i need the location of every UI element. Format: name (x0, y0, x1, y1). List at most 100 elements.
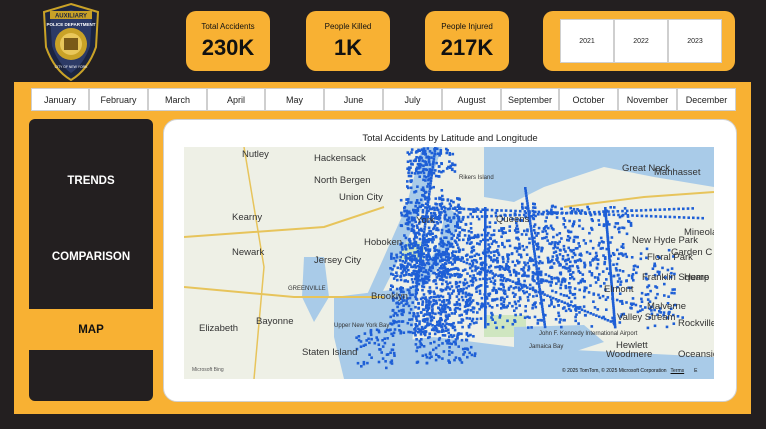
month-button-october[interactable]: October (559, 88, 618, 111)
accident-point (487, 243, 490, 246)
accident-point (493, 254, 496, 257)
accident-point (517, 288, 521, 292)
accident-point (557, 261, 560, 264)
accident-point (410, 171, 414, 175)
accident-point (433, 340, 436, 344)
accident-point (579, 259, 583, 263)
month-button-may[interactable]: May (265, 88, 324, 111)
staten-island (279, 337, 344, 379)
month-button-september[interactable]: September (501, 88, 559, 111)
accident-point (463, 350, 466, 354)
month-button-december[interactable]: December (677, 88, 736, 111)
accident-point (442, 169, 445, 173)
accident-point (596, 262, 600, 266)
accident-point (523, 210, 527, 213)
year-button-2022[interactable]: 2022 (614, 19, 668, 63)
accident-point (501, 243, 504, 246)
nav-map-button[interactable]: MAP (29, 309, 153, 350)
accident-point (538, 285, 541, 288)
accident-point (528, 283, 532, 287)
accident-point (560, 212, 563, 215)
accident-point (543, 227, 546, 230)
accident-point (664, 215, 667, 219)
accident-point (432, 227, 435, 231)
year-button-2021[interactable]: 2021 (560, 19, 614, 63)
accident-point (525, 197, 528, 200)
accident-point (581, 273, 585, 276)
accident-point (589, 284, 592, 287)
accident-point (567, 246, 570, 250)
accident-point (412, 237, 416, 241)
accident-point (673, 215, 676, 219)
accident-point (450, 245, 453, 248)
accident-point (621, 226, 624, 229)
accident-point (395, 253, 398, 257)
accident-point (456, 306, 459, 310)
month-button-june[interactable]: June (324, 88, 383, 111)
accident-point (490, 208, 494, 212)
accident-point (523, 316, 527, 319)
nav-trends-button[interactable]: TRENDS (29, 119, 153, 243)
accident-point (416, 279, 419, 282)
place-label: Jamaica Bay (529, 344, 563, 350)
accident-point (359, 340, 363, 343)
accident-point (610, 236, 614, 239)
accident-point (414, 305, 417, 309)
place-label: Nutley (242, 149, 269, 160)
accident-point (458, 280, 462, 284)
accident-point (513, 264, 517, 267)
month-button-november[interactable]: November (618, 88, 677, 111)
accident-point (399, 198, 403, 202)
accident-point (542, 315, 545, 319)
accident-point (532, 213, 535, 216)
accident-point (409, 179, 412, 183)
accident-point (517, 272, 521, 275)
accident-point (497, 229, 501, 232)
accident-point (534, 260, 537, 263)
accident-point (396, 278, 399, 282)
accident-point (463, 234, 467, 237)
accident-point (472, 274, 475, 277)
kpi-label: People Injured (441, 22, 493, 31)
terms-link[interactable]: Terms (671, 368, 685, 374)
accident-point (605, 267, 609, 270)
accident-point (439, 220, 442, 224)
accident-point (537, 255, 541, 259)
accident-point (414, 190, 418, 193)
accident-point (677, 207, 680, 211)
month-button-march[interactable]: March (148, 88, 207, 111)
accident-point (550, 226, 554, 230)
nav-comparison-button[interactable]: COMPARISON (29, 233, 153, 281)
accident-point (518, 260, 521, 264)
accident-point (493, 258, 496, 262)
month-button-august[interactable]: August (442, 88, 501, 111)
accident-point (389, 361, 393, 364)
accident-point (409, 308, 413, 311)
accident-point (439, 303, 442, 307)
accident-point (437, 175, 440, 178)
month-button-july[interactable]: July (383, 88, 442, 111)
accident-point (569, 260, 572, 264)
accident-point (691, 207, 694, 210)
accident-point (544, 219, 547, 223)
accident-point (511, 291, 515, 295)
accident-point (654, 296, 658, 300)
month-button-april[interactable]: April (207, 88, 265, 111)
year-button-2023[interactable]: 2023 (668, 19, 722, 63)
accident-map[interactable]: Nutley Hackensack North Bergen Union City Ke… (184, 147, 714, 379)
accident-point (557, 277, 560, 281)
accident-point (550, 205, 554, 208)
accident-point (407, 304, 411, 308)
accident-point (446, 198, 450, 201)
accident-point (422, 277, 426, 281)
accident-point (438, 298, 441, 302)
accident-point (472, 245, 475, 249)
accident-point (559, 263, 562, 267)
accident-point (612, 263, 615, 266)
accident-point (511, 260, 515, 264)
month-button-february[interactable]: February (89, 88, 148, 111)
accident-point (533, 250, 536, 253)
accident-point (391, 273, 395, 276)
month-button-january[interactable]: January (31, 88, 89, 111)
accident-point (542, 318, 546, 321)
